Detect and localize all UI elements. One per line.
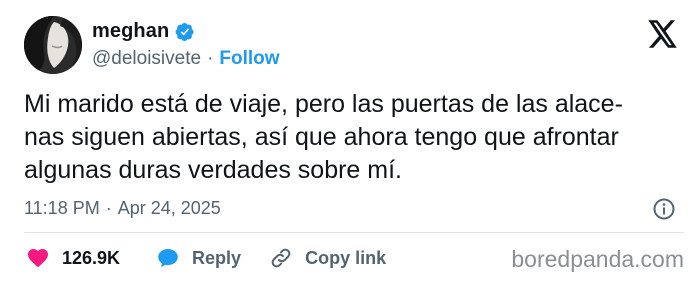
verified-badge-icon [175, 22, 195, 42]
watermark: boredpanda.com [511, 246, 684, 272]
divider [24, 232, 684, 233]
user-handle[interactable]: @deloisivete [92, 48, 201, 70]
timestamp-separator: · [105, 198, 112, 218]
avatar-photo [24, 16, 82, 74]
follow-button[interactable]: Follow [219, 48, 279, 70]
like-button[interactable]: 126.9K [26, 246, 120, 270]
handle-row: @deloisivete · Follow [92, 48, 280, 70]
copy-link-label: Copy link [305, 247, 387, 268]
display-name[interactable]: meghan [92, 20, 169, 43]
heart-icon [26, 246, 50, 270]
tweet-timestamp[interactable]: 11:18 PM · Apr 24, 2025 [24, 198, 221, 219]
avatar[interactable] [24, 16, 82, 74]
x-logo-icon[interactable] [648, 20, 678, 48]
tweet-text: Mi marido está de viaje, pero las puerta… [24, 90, 623, 184]
speech-bubble-icon [156, 246, 180, 270]
reply-label: Reply [192, 247, 242, 268]
tweet-time: 11:18 PM [24, 198, 100, 218]
action-bar: 126.9K Reply Copy link [26, 246, 386, 270]
like-count: 126.9K [62, 247, 121, 268]
link-icon [269, 246, 293, 270]
reply-button[interactable]: Reply [156, 246, 241, 270]
tweet-card: meghan @deloisivete · Follow Mi marido e… [0, 0, 700, 287]
info-icon[interactable] [652, 197, 676, 221]
name-row: meghan [92, 20, 195, 43]
handle-separator: · [207, 48, 214, 69]
tweet-date: Apr 24, 2025 [117, 198, 221, 218]
copy-link-button[interactable]: Copy link [269, 246, 386, 270]
